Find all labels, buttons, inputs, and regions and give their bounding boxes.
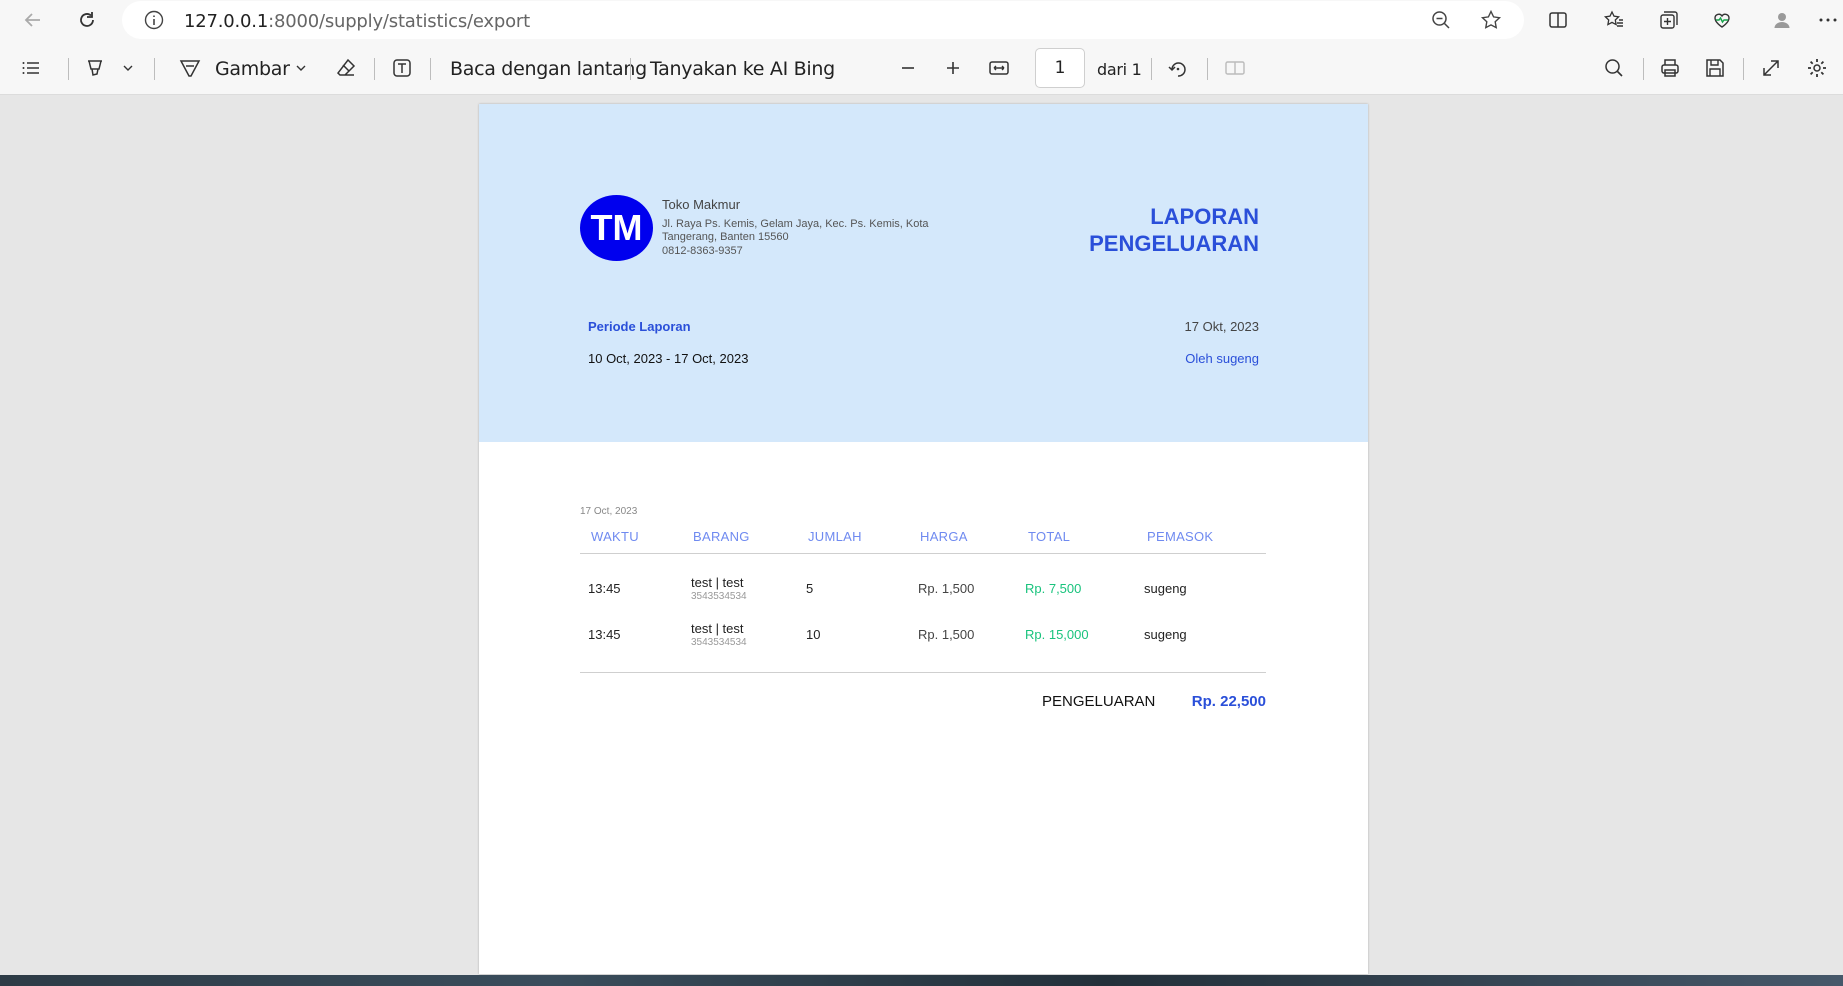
group-date: 17 Oct, 2023: [580, 506, 638, 517]
row-price: Rp. 1,500: [918, 581, 975, 596]
favorite-star-icon[interactable]: [1476, 5, 1506, 35]
pdf-page: TM Toko Makmur Jl. Raya Ps. Kemis, Gelam…: [479, 104, 1368, 974]
report-header: TM Toko Makmur Jl. Raya Ps. Kemis, Gelam…: [479, 104, 1368, 442]
highlight-icon[interactable]: [80, 53, 110, 83]
reload-icon[interactable]: [72, 5, 102, 35]
shop-address: Jl. Raya Ps. Kemis, Gelam Jaya, Kec. Ps.…: [662, 218, 929, 243]
column-header-waktu: WAKTU: [591, 529, 639, 544]
fullscreen-icon[interactable]: [1756, 53, 1786, 83]
chevron-down-icon[interactable]: [113, 53, 143, 83]
row-supplier: sugeng: [1144, 581, 1187, 596]
separator: [1207, 58, 1208, 80]
read-aloud-button[interactable]: Baca dengan lantang: [450, 58, 647, 80]
column-header-barang: BARANG: [693, 529, 750, 544]
row-item-code: 3543534534: [691, 637, 747, 648]
report-title-line2: PENGELUARAN: [1089, 231, 1259, 256]
url-path: :8000/supply/statistics/export: [268, 11, 530, 32]
row-item: test | test: [691, 575, 744, 590]
row-supplier: sugeng: [1144, 627, 1187, 642]
url-bar[interactable]: 127.0.0.1:8000/supply/statistics/export: [122, 1, 1524, 39]
settings-icon[interactable]: [1802, 53, 1832, 83]
collections-icon[interactable]: [1654, 5, 1684, 35]
desktop-taskbar-strip: [0, 975, 1843, 986]
separator: [374, 58, 375, 80]
summary-value: Rp. 22,500: [1191, 693, 1266, 710]
fit-width-icon[interactable]: [984, 53, 1014, 83]
two-page-icon[interactable]: [1220, 53, 1250, 83]
row-item: test | test: [691, 621, 744, 636]
url-text: 127.0.0.1:8000/supply/statistics/export: [184, 11, 530, 32]
eraser-icon[interactable]: [331, 53, 361, 83]
summary-label: PENGELUARAN: [1042, 693, 1156, 710]
column-header-total: TOTAL: [1028, 529, 1071, 544]
shop-phone: 0812-8363-9357: [662, 245, 743, 257]
page-total: dari 1: [1097, 60, 1142, 79]
separator: [68, 58, 69, 80]
info-icon[interactable]: [139, 5, 169, 35]
ask-ai-button[interactable]: Tanyakan ke AI Bing: [650, 58, 835, 80]
period-value: 10 Oct, 2023 - 17 Oct, 2023: [588, 351, 749, 366]
separator: [154, 58, 155, 80]
print-icon[interactable]: [1655, 53, 1685, 83]
separator: [1743, 58, 1744, 80]
contents-icon[interactable]: [16, 53, 46, 83]
page-number-input[interactable]: 1: [1035, 48, 1085, 88]
row-item-code: 3543534534: [691, 591, 747, 602]
row-time: 13:45: [588, 627, 621, 642]
column-header-harga: HARGA: [920, 529, 968, 544]
report-title-line1: LAPORAN: [1150, 204, 1259, 229]
row-total: Rp. 15,000: [1025, 627, 1089, 642]
minus-icon[interactable]: [893, 53, 923, 83]
column-header-pemasok: PEMASOK: [1147, 529, 1214, 544]
separator: [1151, 58, 1152, 80]
row-qty: 10: [806, 627, 821, 642]
separator: [1643, 58, 1644, 80]
shop-logo: TM: [580, 195, 653, 261]
generated-by: Oleh sugeng: [1185, 351, 1259, 366]
column-header-jumlah: JUMLAH: [808, 529, 862, 544]
save-icon[interactable]: [1700, 53, 1730, 83]
separator: [630, 58, 631, 80]
report-title: LAPORAN PENGELUARAN: [959, 203, 1259, 257]
url-host: 127.0.0.1: [184, 11, 269, 32]
draw-icon[interactable]: [175, 53, 205, 83]
row-time: 13:45: [588, 581, 621, 596]
split-screen-icon[interactable]: [1543, 5, 1573, 35]
table-header-divider: [580, 553, 1266, 554]
pdf-viewer[interactable]: TM Toko Makmur Jl. Raya Ps. Kemis, Gelam…: [0, 96, 1843, 974]
plus-icon[interactable]: [938, 53, 968, 83]
shop-name: Toko Makmur: [662, 197, 741, 212]
text-icon[interactable]: [387, 53, 417, 83]
draw-button-label[interactable]: Gambar: [215, 58, 290, 80]
row-price: Rp. 1,500: [918, 627, 975, 642]
row-qty: 5: [806, 581, 814, 596]
rotate-icon[interactable]: [1163, 53, 1193, 83]
favorites-icon[interactable]: [1599, 5, 1629, 35]
browser-address-bar: 127.0.0.1:8000/supply/statistics/export: [0, 0, 1843, 40]
separator: [430, 58, 431, 80]
pdf-toolbar: Gambar Baca dengan lantang Tanyakan ke A…: [0, 40, 1843, 95]
chevron-down-icon[interactable]: [286, 53, 316, 83]
summary-divider: [580, 672, 1266, 673]
row-total: Rp. 7,500: [1025, 581, 1082, 596]
profile-icon[interactable]: [1767, 5, 1797, 35]
back-icon[interactable]: [18, 5, 48, 35]
health-icon[interactable]: [1707, 5, 1737, 35]
zoom-out-icon[interactable]: [1426, 5, 1456, 35]
more-icon[interactable]: [1813, 5, 1843, 35]
generated-date: 17 Okt, 2023: [1184, 319, 1259, 334]
period-label: Periode Laporan: [588, 319, 691, 334]
search-icon[interactable]: [1599, 53, 1629, 83]
